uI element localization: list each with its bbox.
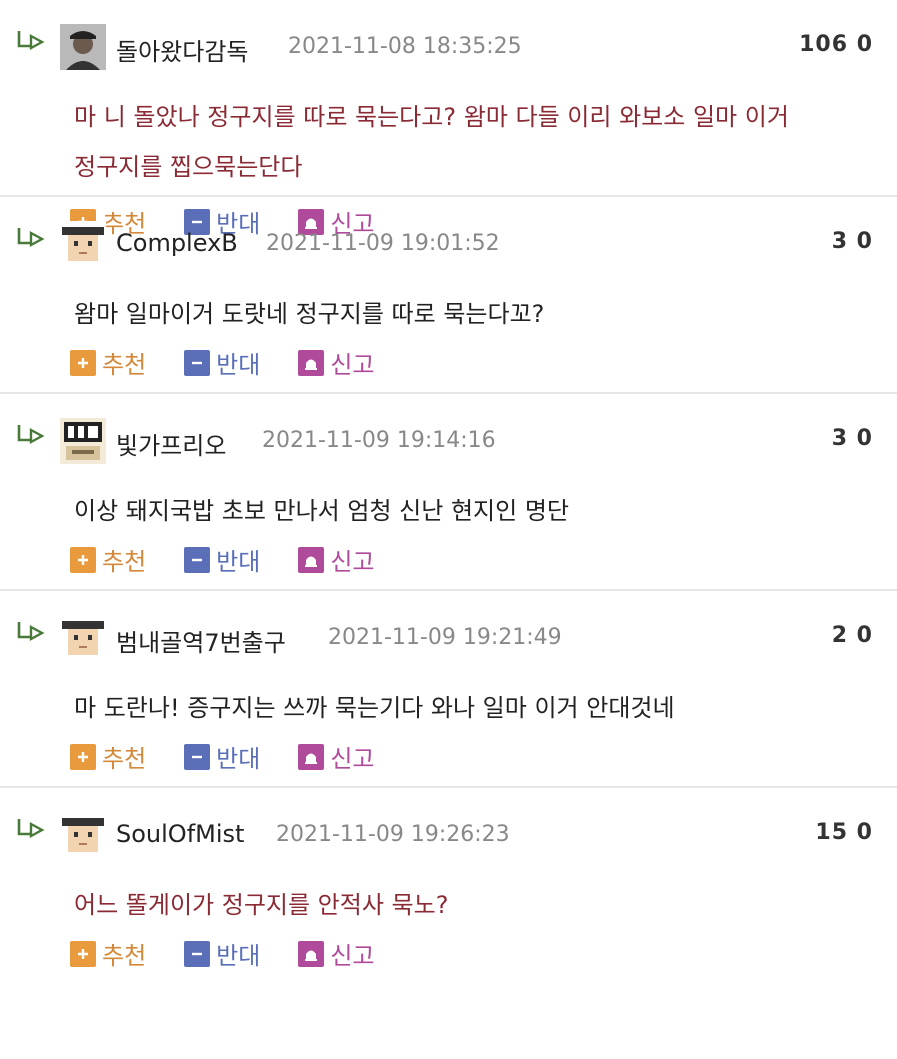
nickname[interactable]: SoulOfMist [116, 820, 244, 848]
minus-icon [184, 546, 211, 573]
oppose-button[interactable]: 반대 [184, 542, 260, 577]
recommend-label: 추천 [102, 942, 147, 970]
report-label: 신고 [330, 351, 375, 379]
comment-actions: 추천 반대 신고 [70, 542, 413, 577]
report-button[interactable]: 신고 [298, 345, 375, 380]
comment-text: 마 니 돌았나 정구지를 따로 묵는다고? 왐마 다들 이리 와보소 일마 이거… [74, 92, 873, 192]
vote-score: 3 0 [831, 426, 873, 451]
pixel-face-icon[interactable] [60, 615, 106, 661]
recommend-button[interactable]: 추천 [70, 345, 146, 380]
comment-actions: 추천 반대 신고 [70, 739, 413, 774]
comment-item: SoulOfMist 2021-11-09 19:26:23 15 0 어느 똘… [0, 788, 897, 1059]
minus-icon [184, 940, 211, 967]
comment-text-line: 정구지를 찝으묵는단다 [74, 153, 303, 181]
comment-text-line: 어느 똘게이가 정구지를 안적사 묵노? [74, 891, 449, 919]
reply-arrow-icon [17, 819, 45, 839]
nickname[interactable]: 돌아왔다감독 [116, 32, 248, 67]
report-button[interactable]: 신고 [298, 936, 375, 971]
custom-badge-icon[interactable] [60, 418, 106, 464]
comment-text: 이상 돼지국밥 초보 만나서 엄청 신난 현지인 명단 [74, 486, 873, 536]
reply-arrow-icon [17, 622, 45, 642]
comment-text: 어느 똘게이가 정구지를 안적사 묵노? [74, 880, 873, 930]
nickname[interactable]: ComplexB [116, 229, 238, 257]
pixel-face-icon[interactable] [60, 221, 106, 267]
oppose-button[interactable]: 반대 [184, 936, 260, 971]
comment-datetime: 2021-11-09 19:14:16 [262, 428, 496, 453]
recommend-button[interactable]: 추천 [70, 739, 146, 774]
oppose-button[interactable]: 반대 [184, 739, 260, 774]
pixel-face-icon[interactable] [60, 812, 106, 858]
minus-icon [184, 349, 211, 376]
plus-icon [70, 349, 96, 376]
recommend-button[interactable]: 추천 [70, 542, 146, 577]
recommend-label: 추천 [102, 745, 147, 773]
oppose-label: 반대 [216, 942, 261, 970]
nickname[interactable]: 범내골역7번출구 [116, 623, 286, 658]
comment-text: 마 도란나! 증구지는 쓰까 묵는기다 와나 일마 이거 안대것네 [74, 683, 873, 733]
comment-text-line: 마 도란나! 증구지는 쓰까 묵는기다 와나 일마 이거 안대것네 [74, 694, 675, 722]
comment-datetime: 2021-11-09 19:21:49 [328, 625, 562, 650]
siren-icon [298, 546, 325, 573]
oppose-label: 반대 [216, 548, 261, 576]
oppose-label: 반대 [216, 351, 261, 379]
report-button[interactable]: 신고 [298, 739, 375, 774]
oppose-label: 반대 [216, 745, 261, 773]
comment-item: 빛가프리오 2021-11-09 19:14:16 3 0 이상 돼지국밥 초보… [0, 394, 897, 591]
vote-score: 106 0 [799, 32, 873, 57]
comment-item: 돌아왔다감독 2021-11-08 18:35:25 106 0 마 니 돌았나… [0, 0, 897, 238]
profile-photo-icon[interactable] [60, 24, 106, 70]
comment-text-line: 왐마 일마이거 도랏네 정구지를 따로 묵는다꼬? [74, 300, 545, 328]
reply-arrow-icon [17, 425, 45, 445]
recommend-button[interactable]: 추천 [70, 936, 146, 971]
vote-score: 15 0 [815, 820, 873, 845]
comment-item: ComplexB 2021-11-09 19:01:52 3 0 왐마 일마이거… [0, 197, 897, 394]
recommend-label: 추천 [102, 548, 147, 576]
minus-icon [184, 743, 211, 770]
vote-score: 2 0 [831, 623, 873, 648]
comment-text-line: 이상 돼지국밥 초보 만나서 엄청 신난 현지인 명단 [74, 497, 570, 525]
nickname[interactable]: 빛가프리오 [116, 426, 226, 461]
comment-item: 범내골역7번출구 2021-11-09 19:21:49 2 0 마 도란나! … [0, 591, 897, 788]
recommend-label: 추천 [102, 351, 147, 379]
oppose-button[interactable]: 반대 [184, 345, 260, 380]
comment-actions: 추천 반대 신고 [70, 345, 413, 380]
siren-icon [298, 743, 325, 770]
reply-arrow-icon [17, 228, 45, 248]
reply-arrow-icon [17, 31, 45, 51]
report-label: 신고 [330, 745, 375, 773]
siren-icon [298, 349, 325, 376]
plus-icon [70, 743, 96, 770]
comment-text-line: 마 니 돌았나 정구지를 따로 묵는다고? 왐마 다들 이리 와보소 일마 이거 [74, 103, 789, 131]
comment-datetime: 2021-11-08 18:35:25 [288, 34, 522, 59]
comment-datetime: 2021-11-09 19:26:23 [276, 822, 510, 847]
plus-icon [70, 546, 96, 573]
report-label: 신고 [330, 942, 375, 970]
comment-actions: 추천 반대 신고 [70, 936, 413, 971]
comment-list: 돌아왔다감독 2021-11-08 18:35:25 106 0 마 니 돌았나… [0, 0, 897, 1059]
vote-score: 3 0 [831, 229, 873, 254]
report-label: 신고 [330, 548, 375, 576]
report-button[interactable]: 신고 [298, 542, 375, 577]
plus-icon [70, 940, 96, 967]
comment-text: 왐마 일마이거 도랏네 정구지를 따로 묵는다꼬? [74, 289, 873, 339]
siren-icon [298, 940, 325, 967]
comment-datetime: 2021-11-09 19:01:52 [266, 231, 500, 256]
